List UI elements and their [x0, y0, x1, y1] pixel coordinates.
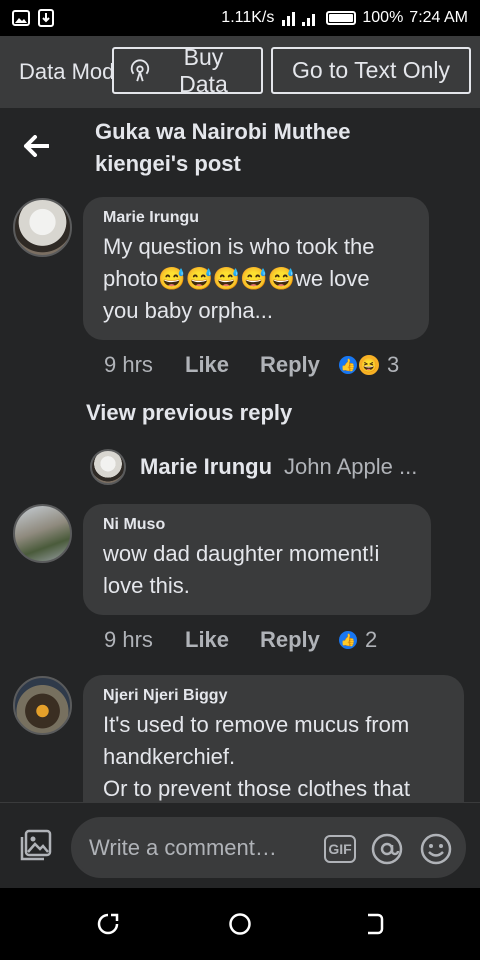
download-notification-icon: [38, 9, 54, 27]
comment-time: 9 hrs: [104, 352, 153, 377]
buy-data-label: Buy Data: [179, 43, 228, 97]
comment-actions: 9 hrs Like Reply 👍 2: [104, 627, 377, 653]
photo-gallery-icon[interactable]: [18, 829, 52, 863]
network-speed: 1.11K/s: [221, 9, 275, 26]
comment-author[interactable]: Marie Irungu: [103, 209, 409, 227]
avatar[interactable]: [13, 676, 72, 735]
comment-text: My question is who took the photo😅😅😅😅😅we…: [103, 234, 375, 323]
reply-button[interactable]: Reply: [260, 627, 337, 653]
avatar[interactable]: [13, 198, 72, 257]
text-only-label: Go to Text Only: [291, 57, 451, 83]
haha-reaction-icon: 😆: [357, 353, 381, 377]
reactions[interactable]: 👍 😆 3: [337, 352, 399, 378]
like-button[interactable]: Like: [185, 627, 260, 653]
signal-icon: [282, 12, 316, 26]
home-icon[interactable]: [228, 912, 252, 936]
like-button[interactable]: Like: [185, 352, 260, 378]
comment-author[interactable]: Njeri Njeri Biggy: [103, 687, 444, 705]
view-previous-reply[interactable]: View previous reply: [86, 400, 292, 426]
comment-text-line1: It's used to remove mucus from handkerch…: [103, 712, 410, 769]
comment-actions: 9 hrs Like Reply 👍 😆 3: [104, 352, 399, 378]
comment-author[interactable]: Ni Muso: [103, 516, 411, 534]
page-title-line2: kiengei's post: [95, 151, 241, 176]
avatar[interactable]: [13, 504, 72, 563]
battery-icon: [326, 11, 357, 25]
data-mode-label: Data Mode: [19, 59, 114, 84]
comment-input[interactable]: Write a comment… GIF: [71, 817, 466, 878]
gif-icon[interactable]: GIF: [324, 835, 356, 863]
clock: 7:24 AM: [409, 9, 468, 26]
post-header: Guka wa Nairobi Muthee kiengei's post: [0, 108, 480, 184]
page-title: Guka wa Nairobi Muthee kiengei's post: [95, 108, 351, 184]
reply-button[interactable]: Reply: [260, 352, 337, 378]
emoji-icon[interactable]: [420, 833, 452, 865]
reaction-count: 3: [387, 352, 400, 377]
comment-time: 9 hrs: [104, 627, 153, 652]
comment-bubble[interactable]: Ni Muso wow dad daughter moment!i love t…: [83, 504, 431, 615]
system-nav-bar: [0, 888, 480, 960]
reactions[interactable]: 👍 2: [337, 627, 377, 653]
gallery-notification-icon: [12, 10, 30, 26]
comment-text: wow dad daughter moment!i love this.: [103, 541, 380, 598]
recent-apps-icon[interactable]: [96, 912, 120, 936]
like-reaction-icon: 👍: [337, 629, 359, 651]
broadcast-icon: [130, 58, 150, 81]
comments-list: Marie Irungu My question is who took the…: [0, 184, 480, 802]
avatar: [90, 449, 126, 485]
comment-composer: Write a comment… GIF: [0, 802, 480, 888]
battery-level: 100%: [362, 9, 404, 26]
mention-icon[interactable]: [371, 833, 403, 865]
page-title-line1: Guka wa Nairobi Muthee: [95, 119, 351, 144]
like-reaction-icon: 👍: [337, 354, 359, 376]
back-nav-icon[interactable]: [362, 912, 386, 936]
comment-input-placeholder: Write a comment…: [89, 834, 277, 860]
status-bar: 1.11K/s 100% 7:24 AM: [0, 0, 480, 36]
comment-text-line2: Or to prevent those clothes that: [103, 776, 410, 801]
reaction-count: 2: [365, 627, 378, 652]
back-arrow-icon: [24, 135, 49, 157]
data-mode-banner: Data Mode Buy Data Go to Text Only: [0, 36, 480, 108]
reply-author: Marie Irungu: [140, 454, 273, 479]
text-only-button[interactable]: Go to Text Only: [271, 47, 471, 94]
buy-data-button[interactable]: Buy Data: [112, 44, 263, 97]
comment-bubble[interactable]: Njeri Njeri Biggy It's used to remove mu…: [83, 675, 464, 802]
back-button[interactable]: [0, 108, 72, 184]
reply-snippet: John Apple ...: [284, 454, 418, 479]
comment-bubble[interactable]: Marie Irungu My question is who took the…: [83, 197, 429, 340]
reply-preview[interactable]: Marie Irungu John Apple ...: [90, 449, 417, 485]
